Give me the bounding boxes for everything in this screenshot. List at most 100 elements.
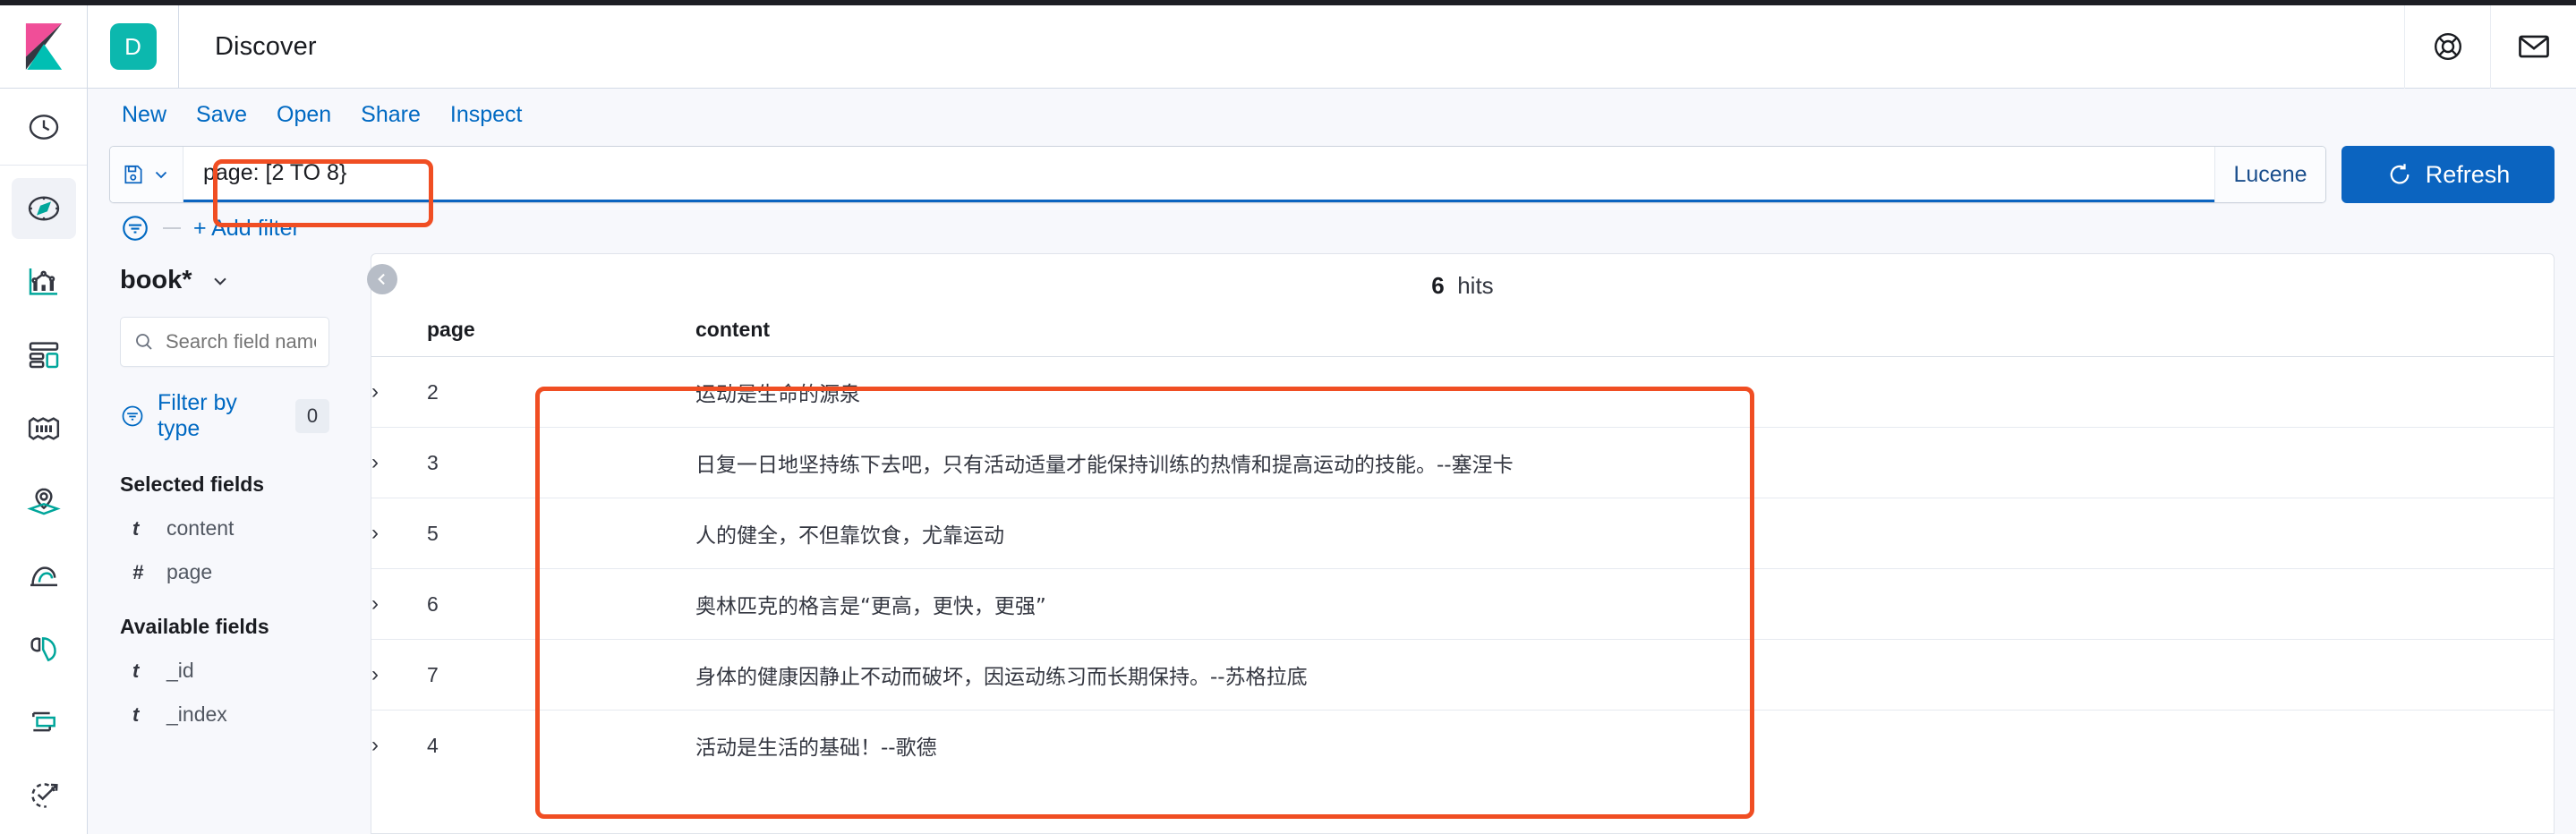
page-title: Discover [215,31,317,61]
graph-icon [30,637,56,662]
expand-row-button[interactable]: › [371,356,427,428]
mail-icon-glyph [2518,35,2549,58]
field-item-_id[interactable]: t _id [120,659,347,683]
help-icon[interactable] [2404,4,2490,89]
nav-rail-item-machine-learning[interactable] [12,545,76,606]
expand-row-button[interactable]: › [371,498,427,569]
maps-icon [26,488,61,515]
documents-table: page content › 2 运动是生命的源泉 › 3 日复一日地坚持练下去… [371,312,2554,780]
expand-row-button[interactable]: › [371,639,427,711]
kibana-logo[interactable] [0,5,88,88]
cell-page: 3 [427,427,695,498]
chevron-right-icon: › [371,662,379,686]
nav-rail-item-recently-viewed[interactable] [0,89,87,166]
query-input-group: Lucene [109,146,2326,203]
refresh-button[interactable]: Refresh [2341,146,2555,203]
filter-by-type-label: Filter by type [158,390,237,441]
chevron-right-icon: › [371,379,379,404]
filter-by-type-count: 0 [295,399,329,433]
table-row[interactable]: › 7 身体的健康因静止不动而破坏，因运动练习而长期保持。--苏格拉底 [371,639,2554,711]
metrics-icon [31,711,55,732]
add-filter-button[interactable]: + Add filter [193,216,300,242]
table-row[interactable]: › 2 运动是生命的源泉 [371,356,2554,428]
uptime-icon [30,783,58,808]
field-type-number-icon: # [132,560,144,583]
collapse-sidebar-button[interactable] [367,264,397,294]
discover-content: book* Search field names Filter by type … [88,253,2576,834]
field-sidebar: book* Search field names Filter by type … [88,253,347,834]
field-item-content[interactable]: t content [120,516,347,540]
app-badge-letter: D [109,23,157,70]
search-input[interactable] [183,160,2214,186]
mail-icon[interactable] [2490,4,2576,89]
column-header-page[interactable]: page [427,312,695,357]
save-disk-icon [124,165,142,184]
chevron-right-icon: › [371,591,379,616]
app-header: D Discover [0,4,2576,89]
recently-viewed-icon [29,114,58,140]
header-actions [2404,4,2576,89]
table-body: › 2 运动是生命的源泉 › 3 日复一日地坚持练下去吧，只有活动适量才能保持训… [371,356,2554,780]
help-icon-glyph [2434,33,2461,60]
nav-rail [0,89,88,834]
field-item-_index[interactable]: t _index [120,702,347,727]
expand-row-button[interactable]: › [371,568,427,640]
selected-fields-title: Selected fields [120,472,265,496]
field-type-string-icon: t [132,659,140,682]
field-item-page[interactable]: # page [120,560,347,584]
cell-page: 7 [427,639,695,711]
cell-page: 2 [427,356,695,428]
column-header-content[interactable]: content [695,312,2554,357]
nav-rail-item-dashboard[interactable] [12,325,76,386]
table-row[interactable]: › 5 人的健全，不但靠饮食，尤靠运动 [371,498,2554,569]
menu-share[interactable]: Share [361,102,421,128]
query-language-switcher[interactable]: Lucene [2214,147,2325,202]
nav-rail-item-graph[interactable] [12,618,76,679]
search-icon [136,334,152,350]
nav-rail-item-visualize[interactable] [12,251,76,312]
chevron-right-icon: › [371,733,379,757]
field-search-input[interactable] [166,330,316,353]
field-search-box[interactable] [120,317,329,367]
filter-bar: + Add filter [88,203,2576,253]
nav-rail-item-canvas[interactable] [12,398,76,459]
menu-new[interactable]: New [122,102,166,128]
table-row[interactable]: › 6 奥林匹克的格言是“更高，更快，更强” [371,568,2554,640]
nav-rail-item-maps[interactable] [12,472,76,532]
expand-column-header [371,312,427,357]
filter-icon [122,405,143,427]
kibana-logo-mark [25,23,62,70]
visualize-icon [29,268,57,295]
nav-rail-item-metrics[interactable] [12,692,76,753]
cell-content: 人的健全，不但靠饮食，尤靠运动 [695,498,2554,569]
cell-content: 运动是生命的源泉 [695,356,2554,428]
app-badge: D [88,5,179,88]
table-header-row: page content [371,312,2554,357]
nav-rail-item-uptime[interactable] [12,765,76,826]
filter-by-type-row[interactable]: Filter by type 0 [120,390,329,442]
expand-row-button[interactable]: › [371,427,427,498]
chevron-down-icon [213,277,226,285]
nav-rail-item-discover[interactable] [11,178,76,239]
query-bar: Lucene Refresh [88,140,2576,203]
cell-page: 4 [427,710,695,780]
menu-inspect[interactable]: Inspect [450,102,523,128]
chevron-right-icon: › [371,450,379,474]
field-name: _index [166,702,227,726]
hits-counter: 6 hits [371,254,2554,312]
discover-top-menu: New Save Open Share Inspect [88,89,2576,140]
menu-save[interactable]: Save [196,102,247,128]
filter-icon[interactable] [120,213,150,243]
cell-content: 日复一日地坚持练下去吧，只有活动适量才能保持训练的热情和提高运动的技能。--塞涅… [695,427,2554,498]
table-row[interactable]: › 4 活动是生活的基础！--歌德 [371,710,2554,780]
table-head: page content [371,312,2554,357]
saved-query-button[interactable] [110,147,183,202]
kibana-discover-app: D Discover New Save Open Share Inspect p… [0,0,2576,834]
refresh-button-label: Refresh [2425,160,2511,188]
menu-open[interactable]: Open [277,102,331,128]
table-row[interactable]: › 3 日复一日地坚持练下去吧，只有活动适量才能保持训练的热情和提高运动的技能。… [371,427,2554,498]
expand-row-button[interactable]: › [371,710,427,780]
index-pattern-selector[interactable]: book* [120,253,347,295]
filter-divider [163,227,181,229]
field-name: page [166,560,213,583]
